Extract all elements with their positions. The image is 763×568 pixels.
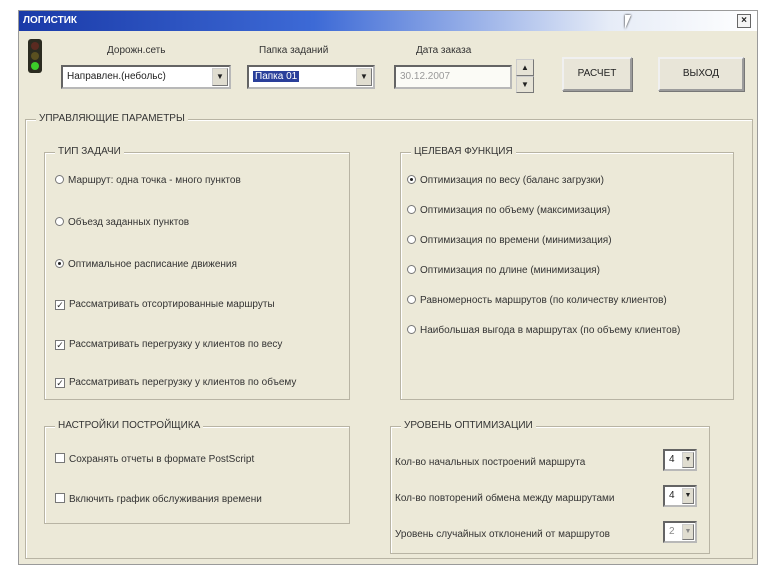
chevron-down-icon[interactable]: ▼ [212, 68, 228, 86]
radio-button[interactable] [407, 235, 416, 244]
exchange-repeats-select[interactable]: 4 ▼ [663, 485, 697, 507]
tuner-checkbox[interactable]: Включить график обслуживания времени [55, 493, 262, 505]
order-date-label: Дата заказа [416, 45, 472, 56]
initial-builds-select[interactable]: 4 ▼ [663, 449, 697, 471]
close-button[interactable]: × [737, 14, 751, 28]
radio-button[interactable] [55, 175, 64, 184]
main-window: ЛОГИСТИК × Дорожн.сеть Направлен.(неболь… [18, 10, 758, 565]
target-option[interactable]: Оптимизация по длине (минимизация) [407, 265, 600, 276]
target-option[interactable]: Наибольшая выгода в маршрутах (по объему… [407, 325, 680, 336]
window-title: ЛОГИСТИК [23, 15, 78, 26]
task-type-group: ТИП ЗАДАЧИ Маршрут: одна точка - много п… [44, 146, 350, 400]
chevron-down-icon[interactable]: ▼ [682, 524, 694, 540]
checkbox[interactable]: ✓ [55, 340, 65, 350]
control-params-group: УПРАВЛЯЮЩИЕ ПАРАМЕТРЫ ТИП ЗАДАЧИ Маршрут… [25, 113, 753, 559]
order-date-input[interactable]: 30.12.2007 [394, 65, 512, 89]
control-params-title: УПРАВЛЯЮЩИЕ ПАРАМЕТРЫ [36, 113, 188, 124]
chevron-down-icon[interactable]: ▼ [356, 68, 372, 86]
task-type-title: ТИП ЗАДАЧИ [55, 146, 124, 157]
tuner-checkbox[interactable]: Сохранять отчеты в формате PostScript [55, 453, 254, 465]
radio-button[interactable] [407, 295, 416, 304]
task-checkbox[interactable]: ✓ Рассматривать перегрузку у клиентов по … [55, 377, 296, 388]
checkbox[interactable] [55, 493, 65, 503]
radio-button[interactable] [407, 205, 416, 214]
task-folder-select[interactable]: Папка 01 ▼ [247, 65, 375, 89]
task-folder-value: Папка 01 [253, 71, 300, 82]
radio-button[interactable] [407, 175, 416, 184]
chevron-down-icon[interactable]: ▼ [682, 452, 694, 468]
calculate-button[interactable]: РАСЧЕТ [562, 57, 632, 91]
target-option[interactable]: Оптимизация по весу (баланс загрузки) [407, 175, 604, 186]
chevron-down-icon[interactable]: ▼ [682, 488, 694, 504]
optimization-level-title: УРОВЕНЬ ОПТИМИЗАЦИИ [401, 420, 536, 431]
target-option[interactable]: Оптимизация по времени (минимизация) [407, 235, 612, 246]
target-option[interactable]: Равномерность маршрутов (по количеству к… [407, 295, 667, 306]
radio-button[interactable] [407, 325, 416, 334]
exit-button[interactable]: ВЫХОД [658, 57, 744, 91]
spin-up-icon[interactable]: ▲ [516, 59, 534, 76]
task-checkbox[interactable]: ✓ Рассматривать отсортированные маршруты [55, 299, 275, 310]
optimization-level-group: УРОВЕНЬ ОПТИМИЗАЦИИ Кол-во начальных пос… [390, 420, 710, 554]
checkbox[interactable]: ✓ [55, 300, 65, 310]
task-folder-label: Папка заданий [259, 45, 329, 56]
task-option[interactable]: Объезд заданных пунктов [55, 217, 189, 228]
target-function-group: ЦЕЛЕВАЯ ФУНКЦИЯ Оптимизация по весу (бал… [400, 146, 734, 400]
radio-button[interactable] [55, 259, 64, 268]
radio-button[interactable] [407, 265, 416, 274]
random-deviation-select[interactable]: 2 ▼ [663, 521, 697, 543]
road-network-value: Направлен.(небольс) [67, 71, 166, 82]
target-option[interactable]: Оптимизация по объему (максимизация) [407, 205, 610, 216]
checkbox[interactable] [55, 453, 65, 463]
task-option[interactable]: Оптимальное расписание движения [55, 259, 237, 270]
road-network-select[interactable]: Направлен.(небольс) ▼ [61, 65, 231, 89]
optimization-label: Кол-во начальных построений маршрута [395, 457, 586, 468]
optimization-label: Кол-во повторений обмена между маршрутам… [395, 493, 615, 504]
mouse-pointer-icon [625, 15, 637, 29]
tuner-settings-title: НАСТРОЙКИ ПОСТРОЙЩИКА [55, 420, 204, 431]
target-function-title: ЦЕЛЕВАЯ ФУНКЦИЯ [411, 146, 516, 157]
optimization-label: Уровень случайных отклонений от маршруто… [395, 529, 610, 540]
date-spinner[interactable]: ▲ ▼ [516, 59, 534, 93]
title-bar: ЛОГИСТИК [19, 11, 757, 31]
spin-down-icon[interactable]: ▼ [516, 76, 534, 93]
task-option[interactable]: Маршрут: одна точка - много пунктов [55, 175, 241, 186]
road-network-label: Дорожн.сеть [107, 45, 166, 56]
tuner-settings-group: НАСТРОЙКИ ПОСТРОЙЩИКА Сохранять отчеты в… [44, 420, 350, 524]
radio-button[interactable] [55, 217, 64, 226]
traffic-light-icon [28, 39, 42, 73]
checkbox[interactable]: ✓ [55, 378, 65, 388]
task-checkbox[interactable]: ✓ Рассматривать перегрузку у клиентов по … [55, 339, 282, 350]
